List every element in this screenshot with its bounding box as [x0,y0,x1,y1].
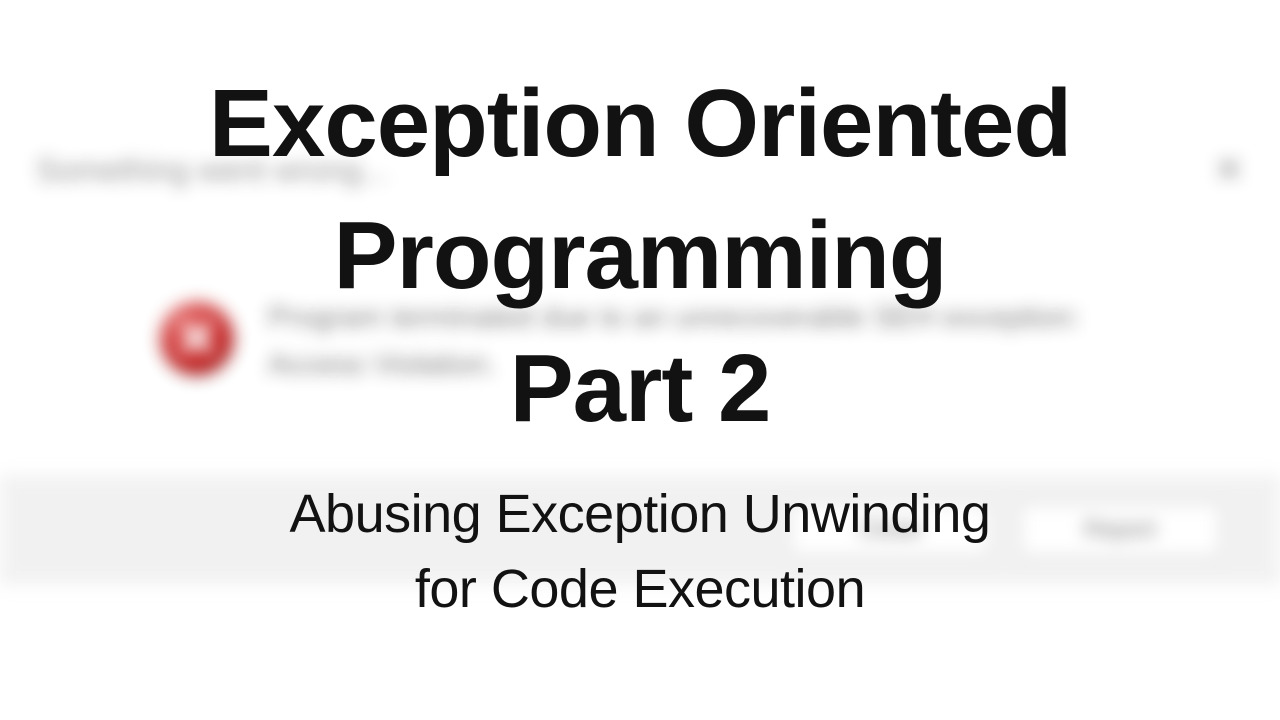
title-line: Part 2 [510,335,771,442]
subtitle-line: for Code Execution [415,559,865,619]
title-line: Exception Oriented [209,70,1071,177]
title-line: Programming [333,202,946,309]
headline-overlay: Exception Oriented Programming Part 2 Ab… [0,0,1280,720]
headline-title: Exception Oriented Programming Part 2 [209,58,1071,455]
subtitle-line: Abusing Exception Unwinding [290,484,991,544]
headline-subtitle: Abusing Exception Unwinding for Code Exe… [290,477,991,626]
